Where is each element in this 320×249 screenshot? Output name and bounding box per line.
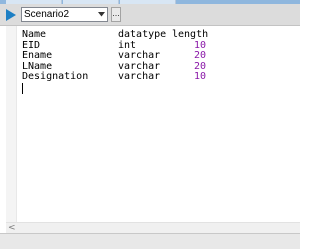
header-datatype: datatype — [118, 29, 167, 40]
editor-gutter — [6, 26, 17, 222]
status-bar — [0, 233, 300, 249]
play-icon[interactable] — [5, 8, 17, 22]
header-length: length — [172, 29, 209, 40]
column-name: Designation — [22, 71, 89, 82]
browse-button[interactable]: ... — [111, 7, 121, 22]
horizontal-scrollbar[interactable]: < — [6, 222, 300, 233]
column-datatype: varchar — [118, 71, 161, 82]
query-toolbar: Scenario2 ... — [0, 4, 300, 26]
column-datatype: varchar — [118, 50, 161, 61]
scenario-selected-value: Scenario2 — [24, 9, 70, 20]
column-name: Ename — [22, 50, 53, 61]
chevron-left-icon[interactable]: < — [8, 223, 16, 233]
header-name: Name — [22, 29, 47, 40]
text-cursor — [22, 83, 23, 94]
column-length: 10 — [194, 71, 207, 82]
chevron-down-icon — [98, 12, 105, 17]
scenario-dropdown[interactable]: Scenario2 — [21, 7, 108, 22]
column-length: 20 — [194, 50, 207, 61]
